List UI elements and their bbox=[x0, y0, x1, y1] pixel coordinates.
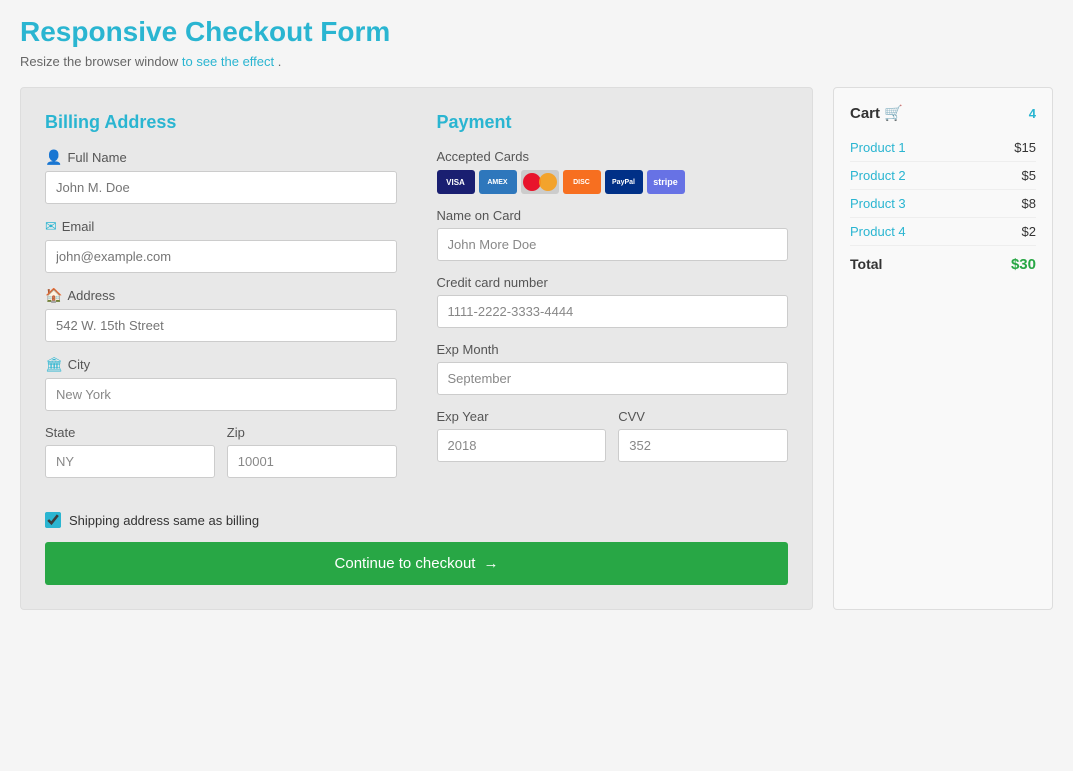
cart-item-name: Product 3 bbox=[850, 196, 906, 211]
discover-icon: DISC bbox=[563, 170, 601, 194]
page-subtitle: Resize the browser window to see the eff… bbox=[20, 54, 1053, 69]
cart-icon: 🛒 bbox=[884, 105, 903, 122]
state-label: State bbox=[45, 425, 215, 440]
name-on-card-input[interactable] bbox=[437, 228, 789, 261]
cvv-field-group: CVV bbox=[618, 409, 788, 462]
address-icon: 🏠 bbox=[45, 287, 62, 304]
continue-btn-label: Continue to checkout bbox=[335, 555, 476, 572]
subtitle-link[interactable]: to see the effect bbox=[182, 54, 274, 69]
cart-item: Product 2 $5 bbox=[850, 162, 1036, 190]
form-columns: Billing Address 👤 Full Name ✉ Email bbox=[45, 112, 788, 492]
email-field-group: ✉ Email bbox=[45, 218, 397, 273]
card-icons-row: VISA AMEX DISC PayPal stripe bbox=[437, 170, 789, 194]
zip-input[interactable] bbox=[227, 445, 397, 478]
continue-btn-arrow: → bbox=[483, 555, 498, 572]
cart-total-label: Total bbox=[850, 256, 882, 273]
name-on-card-label: Name on Card bbox=[437, 208, 789, 223]
exp-year-field-group: Exp Year bbox=[437, 409, 607, 462]
accepted-cards-label: Accepted Cards bbox=[437, 149, 789, 164]
exp-year-input[interactable] bbox=[437, 429, 607, 462]
stripe-icon: stripe bbox=[647, 170, 685, 194]
shipping-same-checkbox[interactable] bbox=[45, 512, 61, 528]
credit-card-label: Credit card number bbox=[437, 275, 789, 290]
cart-label: Cart 🛒 bbox=[850, 104, 903, 122]
billing-section: Billing Address 👤 Full Name ✉ Email bbox=[45, 112, 397, 492]
exp-month-field-group: Exp Month bbox=[437, 342, 789, 395]
state-input[interactable] bbox=[45, 445, 215, 478]
cart-item-price: $2 bbox=[1022, 224, 1036, 239]
cart-item-name: Product 1 bbox=[850, 140, 906, 155]
state-field-group: State bbox=[45, 425, 215, 478]
cart-item: Product 3 $8 bbox=[850, 190, 1036, 218]
cart-sidebar: Cart 🛒 4 Product 1 $15 Product 2 $5 Prod… bbox=[833, 87, 1053, 610]
subtitle-end: . bbox=[278, 54, 282, 69]
cart-item-name: Product 4 bbox=[850, 224, 906, 239]
state-zip-row: State Zip bbox=[45, 425, 397, 492]
city-input[interactable] bbox=[45, 378, 397, 411]
zip-label: Zip bbox=[227, 425, 397, 440]
mastercard-icon bbox=[521, 170, 559, 194]
cart-total-amount: $30 bbox=[1011, 256, 1036, 273]
continue-checkout-button[interactable]: Continue to checkout → bbox=[45, 542, 788, 585]
page-title: Responsive Checkout Form bbox=[20, 16, 1053, 48]
address-input[interactable] bbox=[45, 309, 397, 342]
cart-total-row: Total $30 bbox=[850, 246, 1036, 273]
address-label: 🏠 Address bbox=[45, 287, 397, 304]
zip-field-group: Zip bbox=[227, 425, 397, 478]
cvv-label: CVV bbox=[618, 409, 788, 424]
amex-icon: AMEX bbox=[479, 170, 517, 194]
credit-card-field-group: Credit card number bbox=[437, 275, 789, 328]
exp-year-label: Exp Year bbox=[437, 409, 607, 424]
payment-section: Payment Accepted Cards VISA AMEX DISC Pa… bbox=[437, 112, 789, 492]
cart-title-row: Cart 🛒 4 bbox=[850, 104, 1036, 122]
visa-icon: VISA bbox=[437, 170, 475, 194]
exp-month-label: Exp Month bbox=[437, 342, 789, 357]
billing-title: Billing Address bbox=[45, 112, 397, 133]
cart-item: Product 4 $2 bbox=[850, 218, 1036, 246]
email-input[interactable] bbox=[45, 240, 397, 273]
email-label: ✉ Email bbox=[45, 218, 397, 235]
form-container: Billing Address 👤 Full Name ✉ Email bbox=[20, 87, 813, 610]
credit-card-input[interactable] bbox=[437, 295, 789, 328]
cart-count: 4 bbox=[1029, 106, 1036, 121]
subtitle-text: Resize the browser window bbox=[20, 54, 178, 69]
full-name-label: 👤 Full Name bbox=[45, 149, 397, 166]
full-name-input[interactable] bbox=[45, 171, 397, 204]
cart-item-price: $5 bbox=[1022, 168, 1036, 183]
paypal-icon: PayPal bbox=[605, 170, 643, 194]
shipping-checkbox-row: Shipping address same as billing bbox=[45, 512, 788, 528]
city-label: 🏛 City bbox=[45, 356, 397, 373]
cart-item-price: $15 bbox=[1014, 140, 1036, 155]
checkout-footer: Shipping address same as billing Continu… bbox=[45, 512, 788, 585]
user-icon: 👤 bbox=[45, 149, 62, 166]
address-field-group: 🏠 Address bbox=[45, 287, 397, 342]
exp-year-cvv-row: Exp Year CVV bbox=[437, 409, 789, 476]
page-header: Responsive Checkout Form Resize the brow… bbox=[0, 0, 1073, 77]
exp-month-input[interactable] bbox=[437, 362, 789, 395]
cart-items-list: Product 1 $15 Product 2 $5 Product 3 $8 … bbox=[850, 134, 1036, 246]
cvv-input[interactable] bbox=[618, 429, 788, 462]
shipping-label: Shipping address same as billing bbox=[69, 513, 259, 528]
cart-item-price: $8 bbox=[1022, 196, 1036, 211]
city-field-group: 🏛 City bbox=[45, 356, 397, 411]
full-name-field-group: 👤 Full Name bbox=[45, 149, 397, 204]
cart-item: Product 1 $15 bbox=[850, 134, 1036, 162]
city-icon: 🏛 bbox=[45, 356, 63, 373]
email-icon: ✉ bbox=[45, 218, 57, 235]
main-layout: Billing Address 👤 Full Name ✉ Email bbox=[0, 77, 1073, 620]
cart-item-name: Product 2 bbox=[850, 168, 906, 183]
name-on-card-field-group: Name on Card bbox=[437, 208, 789, 261]
payment-title: Payment bbox=[437, 112, 789, 133]
